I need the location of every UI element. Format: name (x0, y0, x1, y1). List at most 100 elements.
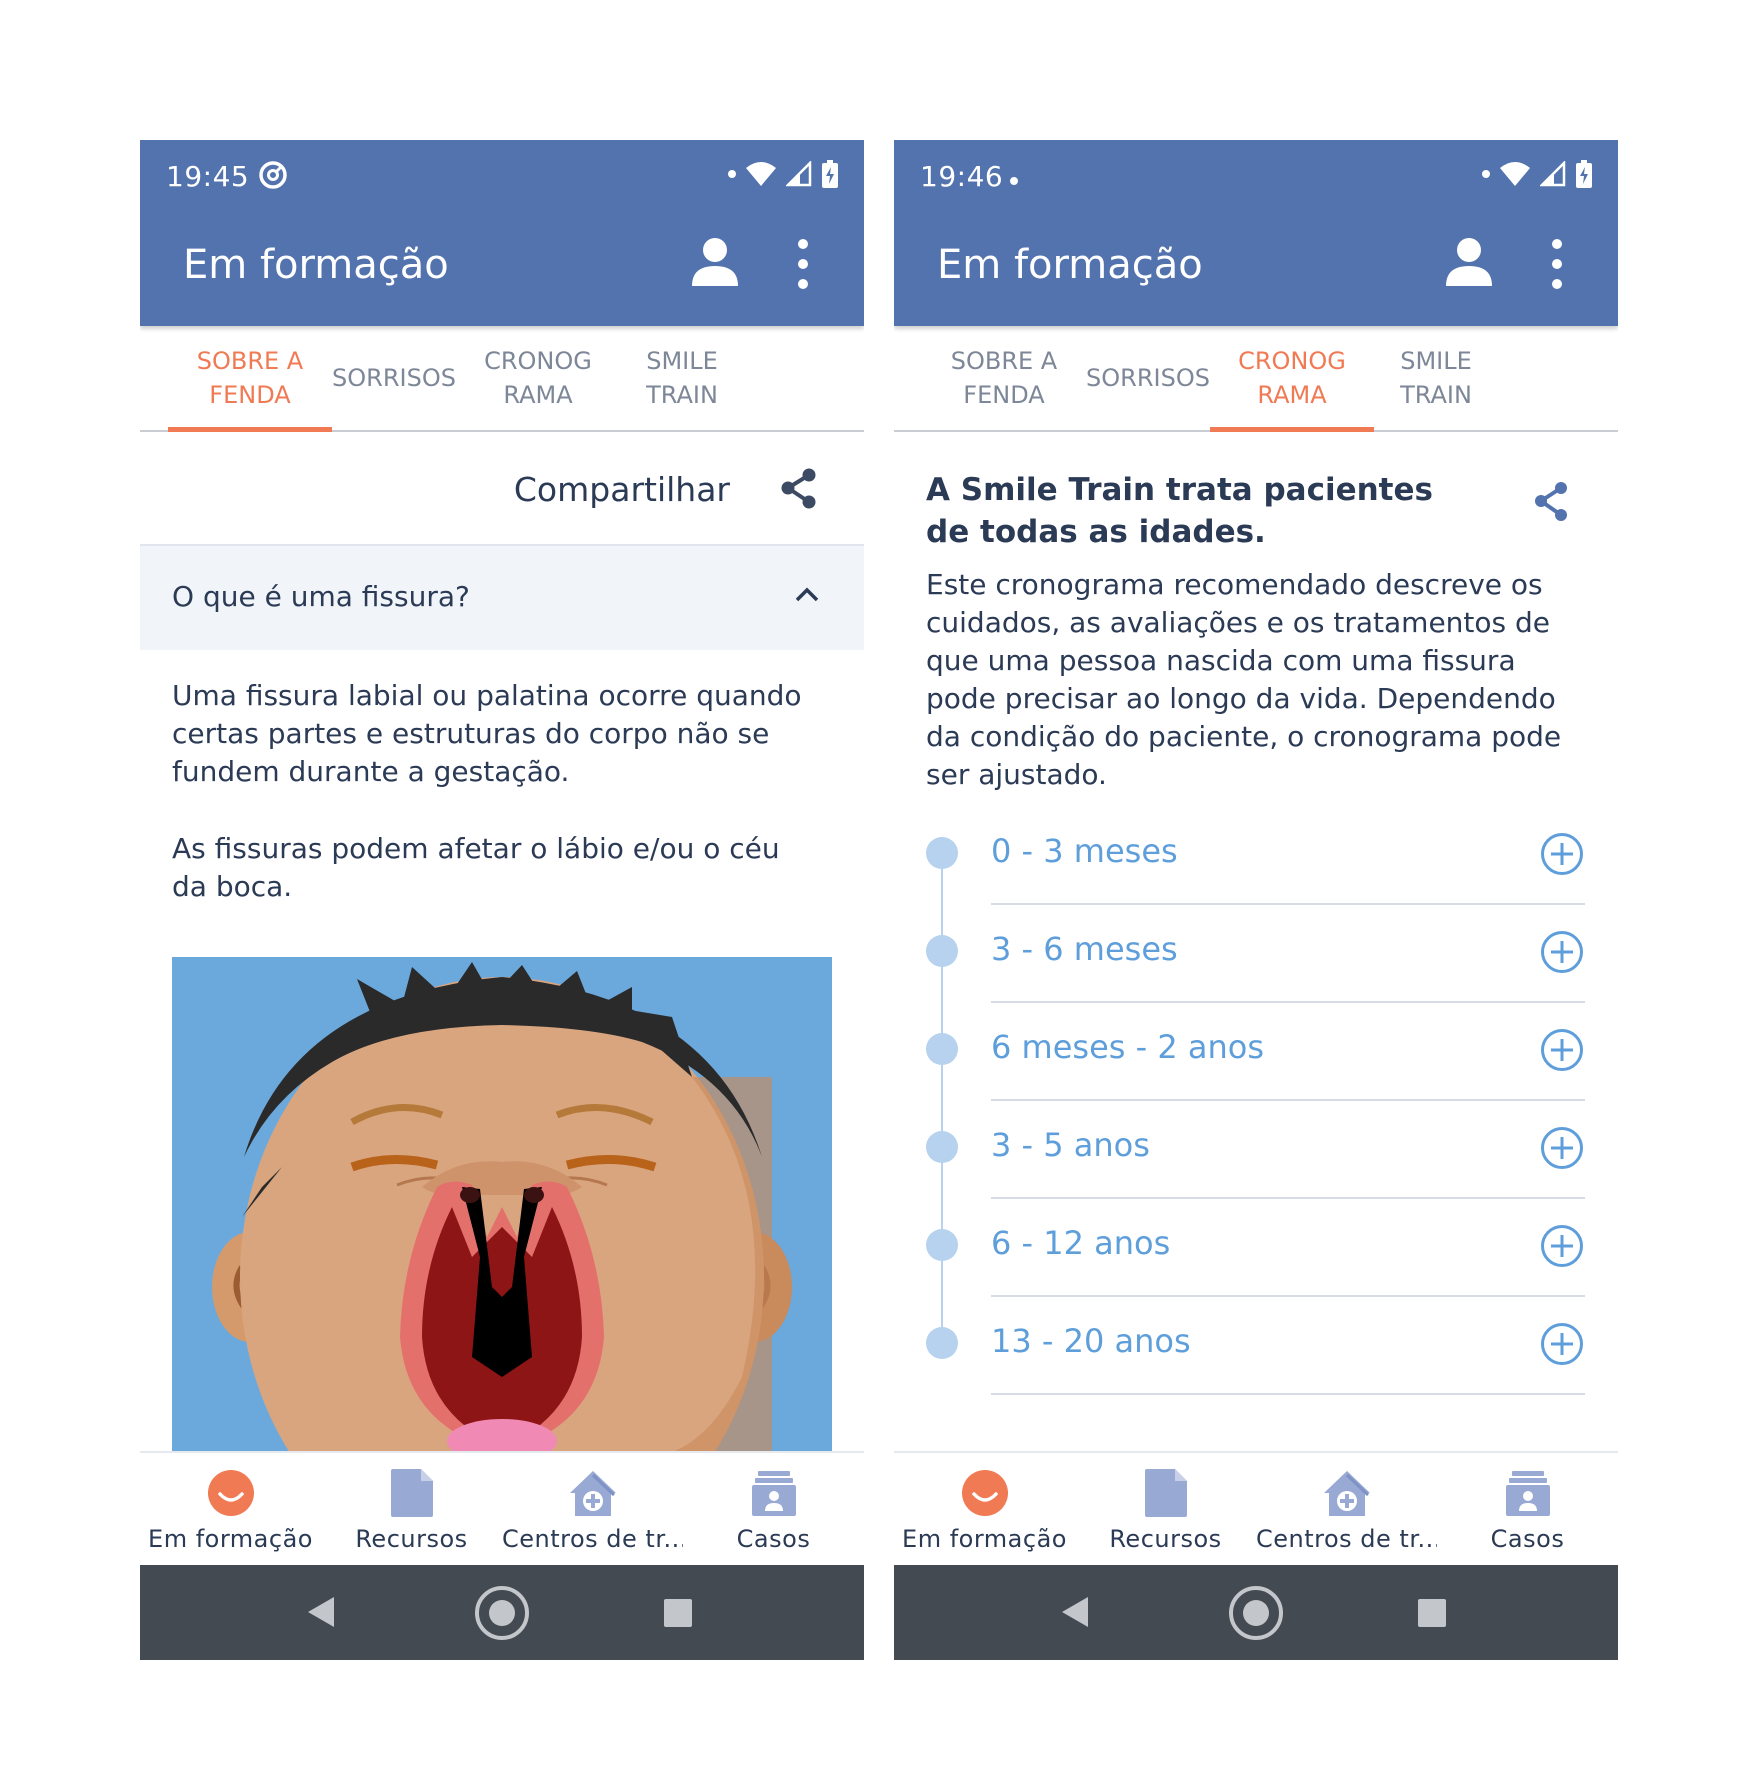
battery-icon (1576, 160, 1592, 188)
cleft-definition-text: Uma fissura labial ou palatina ocorre qu… (172, 679, 802, 788)
nav-recursos[interactable]: Recursos (321, 1453, 502, 1565)
chevron-up-icon[interactable] (792, 580, 822, 614)
timeline-item[interactable]: 13 - 20 anos (894, 1310, 1618, 1408)
tab-about-cleft[interactable]: SOBRE A FENDA (922, 326, 1086, 430)
cleft-effect-text: As fissuras podem afetar o lábio e/ou o … (172, 832, 780, 903)
nav-casos[interactable]: Casos (683, 1453, 864, 1565)
status-time: 19:45 (166, 160, 250, 193)
status-bar: 19:45 (140, 140, 864, 212)
share-row[interactable]: Compartilhar (140, 432, 864, 546)
timeline-label[interactable]: 6 meses - 2 anos (991, 1028, 1264, 1066)
care-timeline: 0 - 3 meses 3 - 6 meses 6 meses - 2 anos… (894, 820, 1618, 1395)
share-icon[interactable] (1530, 480, 1572, 528)
timeline-label[interactable]: 0 - 3 meses (991, 832, 1178, 870)
timeline-intro-text: Este cronograma recomendado descreve os … (926, 568, 1562, 791)
share-icon[interactable] (776, 466, 822, 516)
nav-em-formacao[interactable]: Em formação (140, 1453, 321, 1565)
timeline-label[interactable]: 3 - 5 anos (991, 1126, 1150, 1164)
nav-label: Casos (736, 1525, 811, 1553)
timeline-item[interactable]: 3 - 5 anos (894, 1114, 1618, 1212)
wifi-icon (1500, 162, 1530, 186)
expand-plus-icon[interactable] (1540, 1322, 1584, 1370)
battery-icon (822, 160, 838, 188)
smile-icon (961, 1469, 1009, 1521)
nav-em-formacao[interactable]: Em formação (894, 1453, 1075, 1565)
document-icon (1144, 1469, 1187, 1521)
tab-smiles[interactable]: SORRISOS (312, 326, 476, 430)
app-bar: Em formação (140, 212, 864, 326)
bottom-navigation: Em formação Recursos Centros de tr... Ca… (894, 1451, 1618, 1565)
tab-bar: SOBRE A FENDA SORRISOS CRONOG RAMA SMILE… (894, 326, 1618, 432)
signal-icon (1540, 161, 1566, 187)
timeline-item[interactable]: 3 - 6 meses (894, 918, 1618, 1016)
tab-timeline[interactable]: CRONOG RAMA (1210, 326, 1374, 432)
more-options-icon[interactable] (1546, 234, 1568, 298)
expand-plus-icon[interactable] (1540, 1028, 1584, 1076)
app-title: Em formação (183, 242, 449, 288)
expand-plus-icon[interactable] (1540, 930, 1584, 978)
recent-apps-icon[interactable] (1418, 1599, 1446, 1631)
nav-label: Recursos (355, 1525, 468, 1553)
timeline-dot (926, 1033, 958, 1065)
tab-smile-train[interactable]: SMILE TRAIN (600, 326, 764, 430)
nav-label: Em formação (148, 1525, 313, 1553)
tab-bar: SOBRE A FENDA SORRISOS CRONOG RAMA SMILE… (140, 326, 864, 432)
screen-about-cleft: 19:45 Em formação SOBRE A FENDA SORRISOS… (140, 140, 864, 1660)
expand-plus-icon[interactable] (1540, 1126, 1584, 1174)
nav-label: Recursos (1109, 1525, 1222, 1553)
document-icon (390, 1469, 433, 1521)
divider (991, 1001, 1585, 1003)
notification-dot-icon (1482, 170, 1490, 178)
smile-icon (207, 1469, 255, 1521)
nav-centros[interactable]: Centros de tr... (502, 1453, 683, 1565)
page-headline: A Smile Train trata pacientes de todas a… (926, 472, 1433, 550)
tab-smile-train[interactable]: SMILE TRAIN (1354, 326, 1518, 430)
share-label[interactable]: Compartilhar (514, 470, 730, 509)
back-icon[interactable] (306, 1595, 336, 1633)
signal-icon (786, 161, 812, 187)
timeline-item[interactable]: 6 meses - 2 anos (894, 1016, 1618, 1114)
divider (991, 1393, 1585, 1395)
nav-recursos[interactable]: Recursos (1075, 1453, 1256, 1565)
more-options-icon[interactable] (792, 234, 814, 298)
case-folder-icon (1505, 1469, 1550, 1521)
timeline-item[interactable]: 0 - 3 meses (894, 820, 1618, 918)
tab-smiles[interactable]: SORRISOS (1066, 326, 1230, 430)
status-bar: 19:46 (894, 140, 1618, 212)
timeline-dot (926, 1229, 958, 1261)
app-title: Em formação (937, 242, 1203, 288)
timeline-dot (926, 837, 958, 869)
tab-about-cleft[interactable]: SOBRE A FENDA (168, 326, 332, 432)
home-icon[interactable] (473, 1584, 531, 1646)
timeline-label[interactable]: 13 - 20 anos (991, 1322, 1191, 1360)
back-icon[interactable] (1060, 1595, 1090, 1633)
timeline-label[interactable]: 3 - 6 meses (991, 930, 1178, 968)
tab-timeline[interactable]: CRONOG RAMA (456, 326, 620, 430)
case-folder-icon (751, 1469, 796, 1521)
nav-label: Em formação (902, 1525, 1067, 1553)
hospital-house-icon (568, 1469, 618, 1521)
status-time: 19:46 (920, 160, 1004, 193)
hospital-house-icon (1322, 1469, 1372, 1521)
recent-apps-icon[interactable] (664, 1599, 692, 1631)
expand-plus-icon[interactable] (1540, 832, 1584, 880)
home-icon[interactable] (1227, 1584, 1285, 1646)
expand-plus-icon[interactable] (1540, 1224, 1584, 1272)
user-profile-icon[interactable] (688, 234, 742, 292)
divider (991, 1295, 1585, 1297)
screen-timeline: 19:46 Em formação SOBRE A FENDA SORRISOS… (894, 140, 1618, 1660)
nav-centros[interactable]: Centros de tr... (1256, 1453, 1437, 1565)
timeline-label[interactable]: 6 - 12 anos (991, 1224, 1170, 1262)
system-navigation-bar (140, 1565, 864, 1660)
notification-dot-icon (728, 170, 736, 178)
app-bar: Em formação (894, 212, 1618, 326)
user-profile-icon[interactable] (1442, 234, 1496, 292)
cleft-illustration (172, 957, 832, 1452)
nav-label: Centros de tr... (502, 1525, 683, 1553)
accordion-title: O que é uma fissura? (172, 580, 470, 613)
timeline-item[interactable]: 6 - 12 anos (894, 1212, 1618, 1310)
bottom-navigation: Em formação Recursos Centros de tr... Ca… (140, 1451, 864, 1565)
nav-casos[interactable]: Casos (1437, 1453, 1618, 1565)
accordion-what-is-cleft[interactable]: O que é uma fissura? (140, 546, 864, 650)
timeline-dot (926, 935, 958, 967)
